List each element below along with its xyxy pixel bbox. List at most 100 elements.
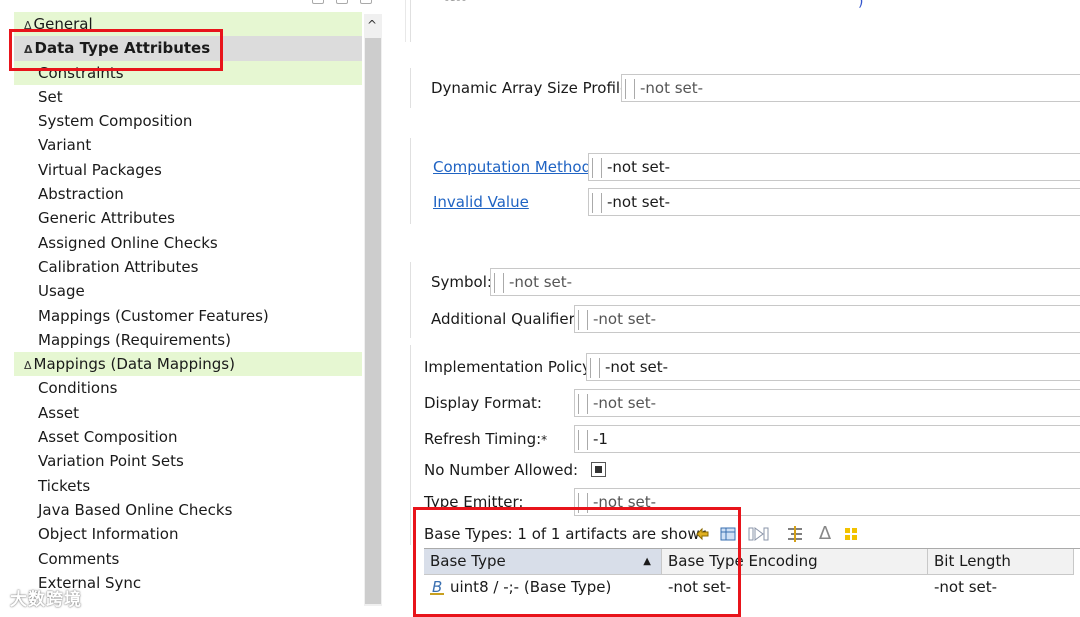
nav-item-label: Virtual Packages xyxy=(38,160,162,179)
invalid-value-field[interactable]: -not set- xyxy=(588,188,1080,216)
collapse-all-icon[interactable] xyxy=(312,0,324,4)
group-line xyxy=(410,68,411,108)
implementation-policy-value: -not set- xyxy=(605,358,669,376)
nav-item-generic-attributes[interactable]: Generic Attributes xyxy=(14,206,362,230)
sort-ascending-icon: ▲ xyxy=(643,556,651,567)
nav-item-usage[interactable]: Usage xyxy=(14,279,362,303)
cut-off-paren: ) xyxy=(858,0,864,10)
dynamic-array-field[interactable]: -not set- xyxy=(621,74,1080,102)
menu-icon[interactable] xyxy=(360,0,372,4)
nav-item-variation-point-sets[interactable]: Variation Point Sets xyxy=(14,449,362,473)
drag-handle-icon xyxy=(592,193,602,213)
invalid-value-link[interactable]: Invalid Value xyxy=(433,193,529,211)
nav-item-label: Data Type Attributes xyxy=(34,39,211,58)
computation-method-link[interactable]: Computation Method xyxy=(433,158,591,176)
nav-item-object-information[interactable]: Object Information xyxy=(14,522,362,546)
nav-item-label: Tickets xyxy=(38,476,91,495)
nav-item-general[interactable]: Δ General xyxy=(14,12,362,37)
implementation-policy-field[interactable]: -not set- xyxy=(586,353,1080,381)
nav-item-label: Abstraction xyxy=(38,185,124,204)
column-label: Base Type xyxy=(430,552,506,570)
table-row[interactable]: B uint8 / -;- (Base Type) xyxy=(424,576,662,600)
cluster-icon[interactable] xyxy=(842,525,860,543)
nav-item-label: Generic Attributes xyxy=(38,209,175,228)
drag-handle-icon xyxy=(625,79,635,99)
cell-encoding: -not set- xyxy=(668,578,732,596)
pane-divider xyxy=(405,0,406,42)
drag-handle-icon xyxy=(494,273,504,293)
nav-item-calibration-attributes[interactable]: Calibration Attributes xyxy=(14,255,362,279)
base-types-caption: Base Types: 1 of 1 artifacts are showr xyxy=(424,525,706,543)
drag-handle-icon xyxy=(578,310,588,330)
refresh-timing-text: Refresh Timing: xyxy=(424,430,542,448)
table-icon[interactable] xyxy=(719,525,737,543)
symbol-value: -not set- xyxy=(509,273,573,291)
nav-item-asset[interactable]: Asset xyxy=(14,401,362,425)
refresh-timing-label: Refresh Timing:* xyxy=(424,430,547,448)
type-emitter-label: Type Emitter: xyxy=(424,493,524,511)
link-icon[interactable] xyxy=(694,525,712,543)
nav-item-virtual-packages[interactable]: Virtual Packages xyxy=(14,158,362,182)
column-header-encoding[interactable]: Base Type Encoding xyxy=(662,549,928,575)
drag-handle-icon xyxy=(578,493,588,513)
navigation-pane: Δ General Δ Data Type Attributes Constraints… xyxy=(0,0,390,617)
dynamic-array-value: -not set- xyxy=(640,79,704,97)
column-header-base-type[interactable]: Base Type ▲ xyxy=(424,549,662,575)
cell-base-type: uint8 / -;- (Base Type) xyxy=(450,578,612,596)
display-format-field[interactable]: -not set- xyxy=(574,389,1080,417)
delta-icon[interactable]: Δ xyxy=(816,525,834,543)
computation-method-field[interactable]: -not set- xyxy=(588,153,1080,181)
nav-item-label: Calibration Attributes xyxy=(38,257,199,276)
no-number-allowed-checkbox[interactable] xyxy=(591,462,606,477)
computation-method-value: -not set- xyxy=(607,158,671,176)
nav-item-constraints[interactable]: Constraints xyxy=(14,60,362,85)
symbol-field[interactable]: -not set- xyxy=(490,268,1080,296)
nav-item-system-composition[interactable]: System Composition xyxy=(14,109,362,133)
additional-qualifier-value: -not set- xyxy=(593,310,657,328)
nav-item-abstraction[interactable]: Abstraction xyxy=(14,182,362,206)
additional-qualifier-label: Additional Qualifier: xyxy=(431,310,580,328)
nav-item-conditions[interactable]: Conditions xyxy=(14,376,362,400)
nav-item-comments[interactable]: Comments xyxy=(14,547,362,571)
additional-qualifier-field[interactable]: -not set- xyxy=(574,305,1080,333)
nav-item-variant[interactable]: Variant xyxy=(14,133,362,157)
collapse-triangle-icon[interactable]: Δ xyxy=(24,19,32,32)
refresh-timing-field[interactable]: -1 xyxy=(574,425,1080,453)
type-emitter-field[interactable]: -not set- xyxy=(574,488,1080,516)
implementation-policy-label: Implementation Policy: xyxy=(424,358,595,376)
nav-toolbar xyxy=(308,0,388,6)
nav-item-mappings-customer-features[interactable]: Mappings (Customer Features) xyxy=(14,304,362,328)
nav-item-set[interactable]: Set xyxy=(14,85,362,109)
drag-handle-icon xyxy=(578,394,588,414)
display-format-label: Display Format: xyxy=(424,394,542,412)
collapse-triangle-icon[interactable]: Δ xyxy=(24,43,33,56)
nav-item-asset-composition[interactable]: Asset Composition xyxy=(14,425,362,449)
column-label: Bit Length xyxy=(934,552,1011,570)
filter-icon[interactable] xyxy=(786,525,804,543)
nav-item-data-type-attributes[interactable]: Δ Data Type Attributes xyxy=(14,36,362,61)
refresh-timing-value: -1 xyxy=(593,430,608,448)
group-line xyxy=(410,345,411,545)
nav-item-label: System Composition xyxy=(38,112,193,131)
nav-item-label: Comments xyxy=(38,549,120,568)
scrollbar-thumb[interactable] xyxy=(365,38,381,604)
nav-item-label: Variation Point Sets xyxy=(38,452,184,471)
step-forward-icon[interactable] xyxy=(748,525,769,543)
scroll-up-icon[interactable]: ^ xyxy=(367,18,377,32)
link-editor-icon[interactable] xyxy=(336,0,348,4)
nav-list: Δ General Δ Data Type Attributes Constraints… xyxy=(14,12,362,595)
nav-item-label: Object Information xyxy=(38,525,179,544)
drag-handle-icon xyxy=(578,430,588,450)
column-header-bit-length[interactable]: Bit Length xyxy=(928,549,1074,575)
nav-item-java-based-online-checks[interactable]: Java Based Online Checks xyxy=(14,498,362,522)
nav-scrollbar[interactable]: ^ xyxy=(364,14,382,606)
dynamic-array-label: Dynamic Array Size Profile: xyxy=(431,79,635,97)
nav-item-mappings-data-mappings[interactable]: Δ Mappings (Data Mappings) xyxy=(14,352,362,377)
nav-item-label: Asset xyxy=(38,403,80,422)
nav-item-tickets[interactable]: Tickets xyxy=(14,474,362,498)
properties-panel: 0100 ) Dynamic Array Size Profile: -not … xyxy=(410,0,1080,617)
collapse-triangle-icon[interactable]: Δ xyxy=(24,359,32,372)
nav-item-mappings-requirements[interactable]: Mappings (Requirements) xyxy=(14,328,362,352)
nav-item-label: Mappings (Customer Features) xyxy=(38,306,269,325)
nav-item-assigned-online-checks[interactable]: Assigned Online Checks xyxy=(14,231,362,255)
